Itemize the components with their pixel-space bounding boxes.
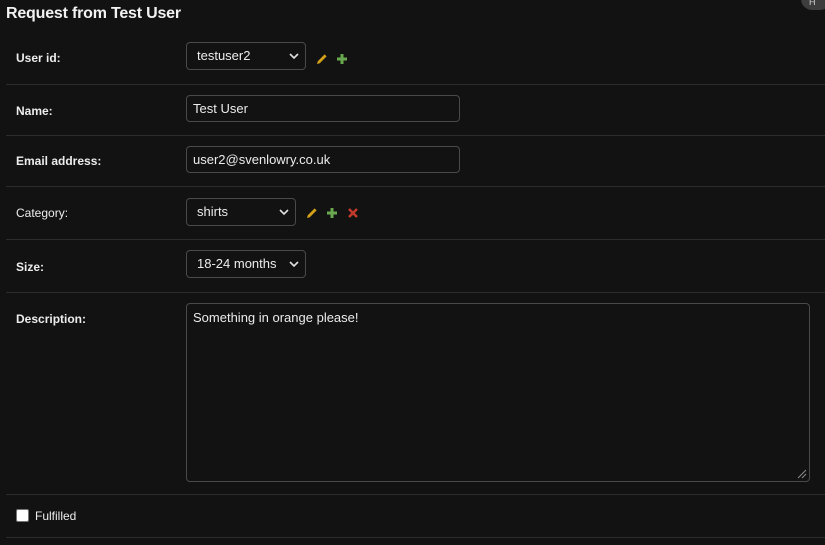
- size-select[interactable]: 18-24 months: [186, 250, 306, 278]
- form-row-category: Category: shirts: [6, 187, 825, 240]
- user-id-label: User id:: [16, 51, 61, 65]
- form-row-name: Name: Test User: [6, 85, 825, 136]
- name-label: Name:: [16, 104, 53, 118]
- email-input[interactable]: user2@svenlowry.co.uk: [186, 146, 460, 173]
- fulfilled-checkbox[interactable]: [16, 509, 29, 522]
- description-label: Description:: [16, 312, 87, 326]
- corner-button[interactable]: H: [801, 0, 825, 10]
- user-id-select[interactable]: testuser2: [186, 42, 306, 70]
- user-id-selected-value: testuser2: [197, 48, 251, 63]
- fulfilled-label: Fulfilled: [35, 509, 77, 523]
- category-label: Category:: [16, 206, 69, 220]
- description-text: Something in orange please!: [193, 310, 359, 325]
- chevron-down-icon: [289, 53, 299, 60]
- name-input[interactable]: Test User: [186, 95, 460, 122]
- resize-grip-icon[interactable]: [797, 469, 807, 479]
- size-selected-value: 18-24 months: [197, 256, 277, 271]
- form-row-fulfilled: Fulfilled: [6, 495, 825, 538]
- chevron-down-icon: [279, 209, 289, 216]
- corner-button-label: H: [809, 0, 816, 7]
- form-row-size: Size: 18-24 months: [6, 240, 825, 293]
- form-row-email: Email address: user2@svenlowry.co.uk: [6, 136, 825, 187]
- form-row-user-id: User id: testuser2: [6, 33, 825, 85]
- x-icon[interactable]: [347, 207, 359, 219]
- pencil-icon[interactable]: [306, 207, 318, 219]
- plus-icon[interactable]: [336, 53, 348, 65]
- description-textarea[interactable]: Something in orange please!: [186, 303, 810, 482]
- size-label: Size:: [16, 260, 45, 274]
- chevron-down-icon: [289, 261, 299, 268]
- email-label: Email address:: [16, 154, 102, 168]
- plus-icon[interactable]: [326, 207, 338, 219]
- change-form-page: Request from Test User H User id: testus…: [0, 0, 825, 545]
- pencil-icon[interactable]: [316, 53, 328, 65]
- category-select[interactable]: shirts: [186, 198, 296, 226]
- category-selected-value: shirts: [197, 204, 229, 219]
- form-row-description: Description: Something in orange please!: [6, 293, 825, 495]
- page-title: Request from Test User: [6, 5, 181, 22]
